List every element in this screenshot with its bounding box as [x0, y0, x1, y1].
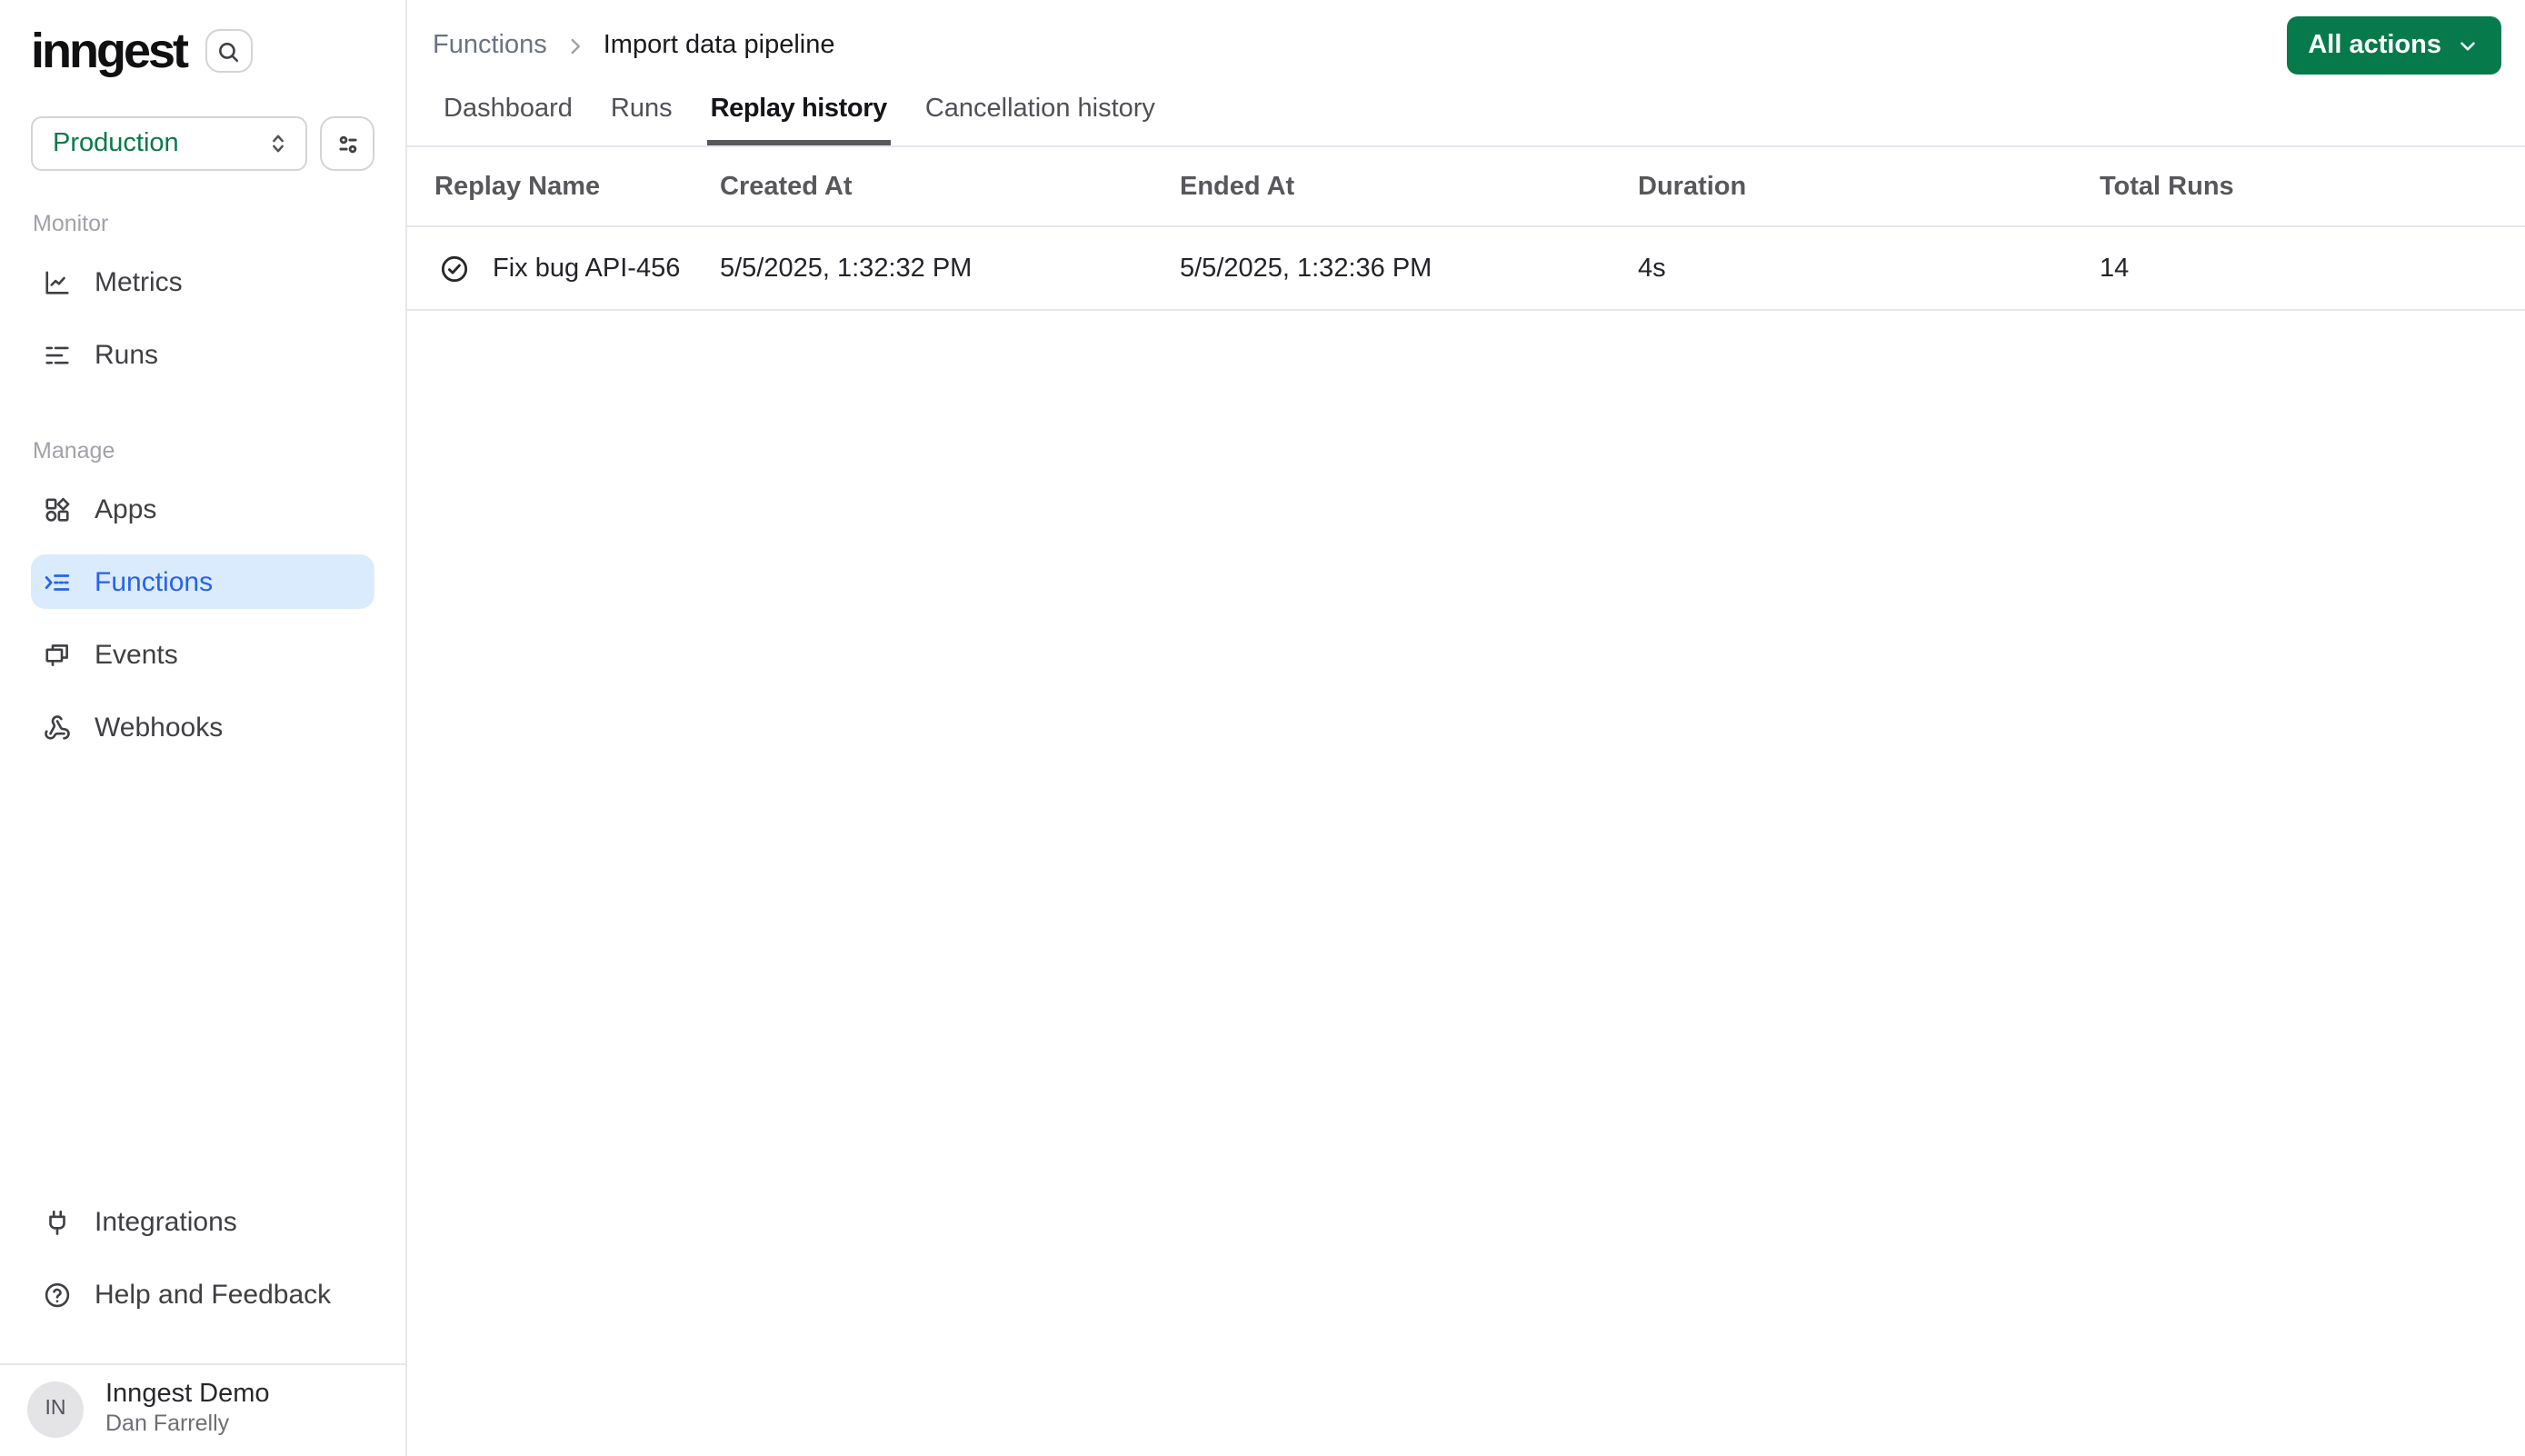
table-header: Replay Name Created At Ended At Duration… — [407, 147, 2525, 227]
list-icon — [44, 341, 71, 368]
tab-cancellation-history[interactable]: Cancellation history — [925, 91, 1155, 145]
sidebar-item-runs[interactable]: Runs — [31, 327, 374, 382]
created-at-cell: 5/5/2025, 1:32:32 PM — [720, 254, 973, 283]
duration-cell: 4s — [1638, 254, 1666, 283]
search-icon — [216, 39, 240, 63]
user-name: Dan Farrelly — [105, 1411, 230, 1436]
sidebar-item-label: Webhooks — [95, 712, 224, 743]
chevron-right-icon — [564, 34, 587, 57]
sidebar-item-apps[interactable]: Apps — [31, 482, 374, 536]
breadcrumb-current-page: Import data pipeline — [603, 31, 835, 60]
apps-shapes-icon — [44, 495, 71, 523]
app-root: inngest Production Monitor Metrics Runs … — [0, 0, 2525, 1456]
line-chart-icon — [44, 268, 71, 295]
user-info: Inngest Demo Dan Farrelly — [105, 1380, 270, 1438]
environment-selector[interactable]: Production — [31, 116, 307, 171]
sidebar-item-label: Runs — [95, 339, 159, 370]
inngest-logo[interactable]: inngest — [31, 25, 189, 76]
search-button[interactable] — [205, 29, 253, 73]
sidebar-item-label: Metrics — [95, 266, 183, 297]
user-org: Inngest Demo — [105, 1380, 270, 1409]
help-circle-icon — [44, 1281, 71, 1308]
table-row[interactable]: Fix bug API-456 5/5/2025, 1:32:32 PM 5/5… — [407, 227, 2525, 311]
sidebar-item-metrics[interactable]: Metrics — [31, 254, 374, 309]
function-list-icon — [44, 568, 71, 595]
replay-name: Fix bug API-456 — [493, 254, 681, 283]
total-runs-cell: 14 — [2100, 254, 2130, 283]
sidebar-item-functions[interactable]: Functions — [31, 554, 374, 609]
logo-row: inngest — [0, 0, 405, 76]
sidebar-item-help-and-feedback[interactable]: Help and Feedback — [31, 1267, 374, 1321]
column-header-replay-name: Replay Name — [434, 172, 601, 201]
environment-row: Production — [0, 76, 405, 171]
environment-settings-button[interactable] — [320, 116, 374, 171]
environment-value: Production — [53, 129, 179, 158]
sidebar-item-label: Apps — [95, 494, 157, 524]
sidebar-item-label: Functions — [95, 566, 214, 597]
plug-icon — [44, 1208, 71, 1235]
column-header-total-runs: Total Runs — [2100, 172, 2234, 201]
tab-dashboard[interactable]: Dashboard — [444, 91, 573, 145]
tab-runs[interactable]: Runs — [611, 91, 673, 145]
section-label-manage: Manage — [33, 438, 115, 464]
section-label-monitor: Monitor — [33, 211, 109, 236]
column-header-duration: Duration — [1638, 172, 1747, 201]
breadcrumb: Functions Import data pipeline — [433, 31, 834, 60]
all-actions-label: All actions — [2308, 31, 2441, 60]
events-windows-icon — [44, 641, 71, 668]
replay-name-cell: Fix bug API-456 — [434, 254, 720, 283]
sidebar-nav-manage: Manage Apps Functions Events Webhooks — [0, 400, 405, 773]
main-content: Functions Import data pipeline All actio… — [407, 0, 2525, 1456]
sidebar-item-webhooks[interactable]: Webhooks — [31, 700, 374, 754]
chevrons-up-down-icon — [265, 131, 291, 156]
sidebar-item-integrations[interactable]: Integrations — [31, 1194, 374, 1249]
breadcrumb-functions-link[interactable]: Functions — [433, 31, 547, 60]
tab-bar: Dashboard Runs Replay history Cancellati… — [407, 91, 2525, 147]
topbar: Functions Import data pipeline All actio… — [407, 0, 2525, 91]
column-header-created-at: Created At — [720, 172, 853, 201]
avatar: IN — [27, 1381, 84, 1437]
sliders-icon — [334, 130, 361, 157]
sidebar-item-events[interactable]: Events — [31, 627, 374, 682]
column-header-ended-at: Ended At — [1180, 172, 1295, 201]
user-menu[interactable]: IN Inngest Demo Dan Farrelly — [0, 1365, 405, 1456]
ended-at-cell: 5/5/2025, 1:32:36 PM — [1180, 254, 1432, 283]
sidebar-nav-footer: Integrations Help and Feedback — [0, 1194, 405, 1340]
webhook-icon — [44, 713, 71, 741]
all-actions-button[interactable]: All actions — [2286, 16, 2501, 75]
chevron-down-icon — [2456, 34, 2480, 57]
sidebar-item-label: Integrations — [95, 1206, 237, 1237]
sidebar-nav-monitor: Monitor Metrics Runs — [0, 171, 405, 400]
sidebar: inngest Production Monitor Metrics Runs … — [0, 0, 407, 1456]
check-circle-icon — [440, 254, 469, 283]
sidebar-item-label: Events — [95, 639, 178, 670]
sidebar-item-label: Help and Feedback — [95, 1279, 332, 1310]
tab-replay-history[interactable]: Replay history — [706, 91, 892, 145]
